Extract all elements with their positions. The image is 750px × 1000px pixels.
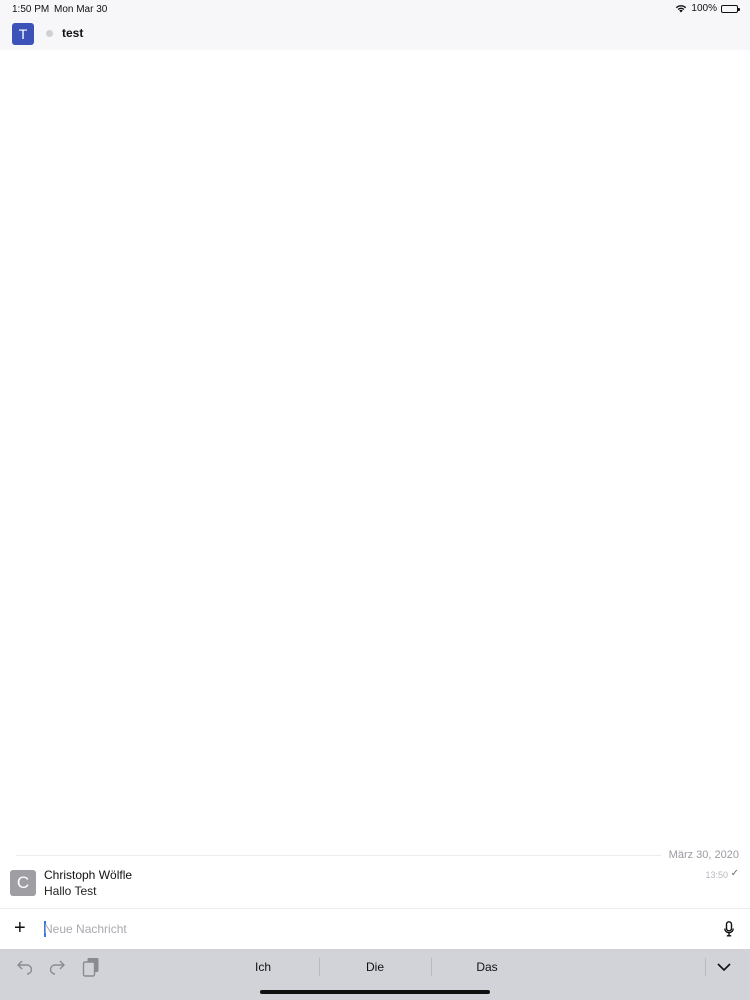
room-avatar[interactable]: T	[12, 23, 34, 45]
home-indicator	[260, 990, 490, 994]
room-title[interactable]: test	[62, 26, 83, 40]
message-text[interactable]: Hallo Test	[44, 884, 96, 898]
checkmark-icon: ✓	[730, 868, 739, 879]
message-author-avatar[interactable]: C	[10, 870, 36, 896]
room-header[interactable]: T test	[0, 18, 750, 50]
date-divider-label: März 30, 2020	[660, 849, 739, 861]
message-time: 13:50	[705, 870, 728, 880]
date-divider-line	[16, 855, 738, 856]
status-date: Mon Mar 30	[54, 4, 108, 15]
message-list[interactable]: März 30, 2020 C Christoph Wölfle Hallo T…	[0, 50, 750, 908]
app-window: 1:50 PM Mon Mar 30 100% T test März 30, …	[0, 0, 750, 1000]
message-author-name[interactable]: Christoph Wölfle	[44, 868, 132, 882]
presence-status-dot	[46, 30, 53, 37]
chevron-down-icon[interactable]	[716, 959, 732, 975]
undo-icon[interactable]	[16, 957, 34, 975]
keyboard-suggestion[interactable]: Die	[319, 960, 431, 974]
keyboard-suggestion[interactable]: Ich	[207, 960, 319, 974]
message-composer: +	[0, 908, 750, 949]
status-indicators: 100%	[675, 3, 740, 14]
status-bar: 1:50 PM Mon Mar 30 100%	[0, 0, 750, 18]
redo-icon[interactable]	[48, 957, 66, 975]
keyboard-suggestion[interactable]: Das	[431, 960, 543, 974]
suggestion-separator	[705, 958, 706, 976]
battery-percentage: 100%	[691, 3, 717, 14]
battery-icon	[721, 4, 740, 13]
message-input[interactable]	[44, 919, 684, 939]
status-time: 1:50 PM	[12, 4, 50, 15]
wifi-icon	[676, 5, 687, 13]
plus-icon[interactable]: +	[14, 918, 26, 938]
paste-icon[interactable]	[82, 957, 100, 977]
mic-icon[interactable]	[724, 921, 734, 937]
